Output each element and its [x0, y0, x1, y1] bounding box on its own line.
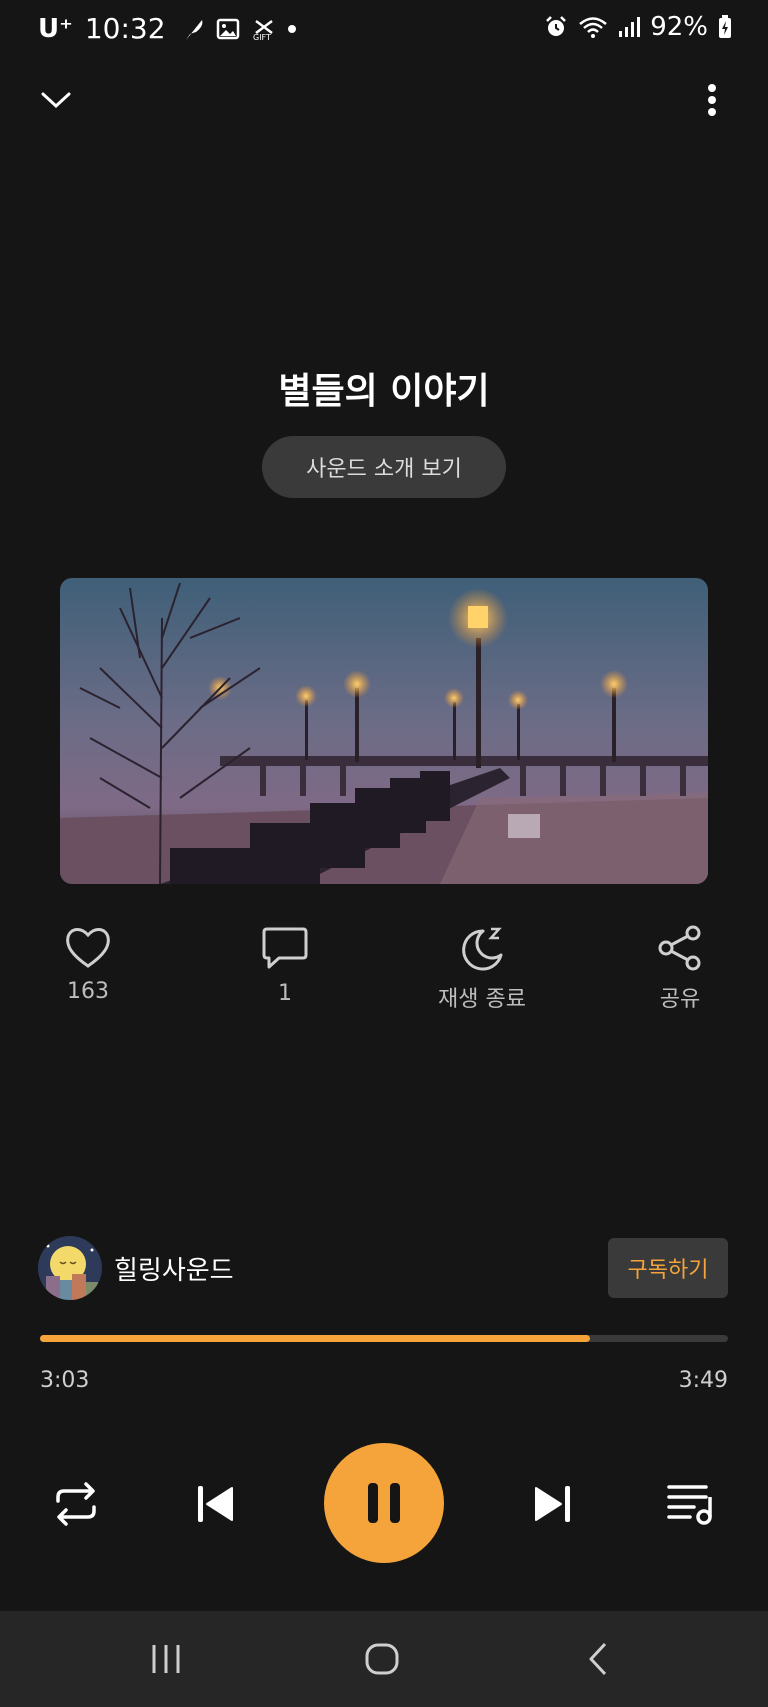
more-vertical-icon — [708, 84, 716, 116]
sleep-timer-action[interactable]: 재생 종료 — [422, 925, 542, 1013]
previous-button[interactable] — [186, 1474, 246, 1534]
sleep-timer-icon — [462, 927, 503, 971]
skip-next-icon — [535, 1486, 570, 1522]
feather-icon — [185, 19, 202, 40]
pause-icon — [368, 1483, 400, 1523]
track-title: 별들의 이야기 — [278, 371, 490, 412]
like-count: 163 — [67, 979, 109, 1004]
channel-info[interactable]: 힐링사운드 — [38, 1236, 234, 1300]
sleep-timer-label: 재생 종료 — [438, 987, 526, 1012]
album-art-image — [60, 578, 708, 884]
progress-fill — [40, 1335, 591, 1342]
share-icon — [658, 925, 701, 971]
repeat-icon — [56, 1482, 96, 1526]
sound-intro-button[interactable]: 사운드 소개 보기 — [262, 436, 506, 498]
skip-previous-icon — [198, 1486, 233, 1522]
comment-count: 1 — [278, 981, 292, 1006]
dot-icon — [287, 24, 296, 33]
recents-button[interactable] — [136, 1631, 196, 1687]
share-label: 공유 — [659, 987, 701, 1012]
signal-icon — [619, 17, 641, 37]
battery-percent: 92% — [650, 12, 708, 42]
home-button[interactable] — [352, 1631, 412, 1687]
system-nav-bar — [0, 1611, 768, 1707]
status-right: 92% — [544, 12, 732, 42]
svg-text:GIFT: GIFT — [253, 33, 271, 41]
status-time: 10:32 — [84, 12, 166, 45]
heart-icon — [66, 928, 110, 968]
repeat-button[interactable] — [46, 1474, 106, 1534]
playlist-button[interactable] — [660, 1474, 720, 1534]
progress-bar[interactable] — [40, 1335, 728, 1342]
alarm-icon — [546, 16, 567, 36]
status-bar: U⁺ 10:32 GIFT 92% — [0, 0, 768, 60]
home-icon — [365, 1643, 399, 1675]
comment-action[interactable]: 1 — [225, 925, 345, 1006]
recents-icon — [152, 1645, 180, 1673]
like-action[interactable]: 163 — [28, 925, 148, 1004]
subscribe-button[interactable]: 구독하기 — [608, 1238, 728, 1298]
status-left: U⁺ 10:32 GIFT — [38, 12, 296, 45]
album-art — [60, 578, 708, 884]
next-button[interactable] — [522, 1474, 582, 1534]
comment-icon — [262, 927, 308, 969]
back-icon — [589, 1642, 607, 1676]
notification-icons: GIFT — [182, 16, 296, 42]
carrier-label: U⁺ — [38, 13, 73, 44]
more-options-button[interactable] — [684, 72, 740, 128]
share-action[interactable]: 공유 — [620, 925, 740, 1013]
current-time: 3:03 — [40, 1368, 90, 1393]
channel-name: 힐링사운드 — [114, 1255, 234, 1286]
playlist-icon — [667, 1485, 712, 1525]
chevron-down-icon — [41, 92, 71, 109]
gift-icon: GIFT — [253, 19, 273, 41]
play-pause-button[interactable] — [324, 1443, 444, 1563]
total-time: 3:49 — [678, 1368, 728, 1393]
back-button[interactable] — [568, 1631, 628, 1687]
image-icon — [216, 18, 239, 39]
battery-icon — [719, 15, 731, 38]
wifi-icon — [579, 17, 608, 38]
collapse-button[interactable] — [28, 72, 84, 128]
avatar — [38, 1236, 102, 1300]
